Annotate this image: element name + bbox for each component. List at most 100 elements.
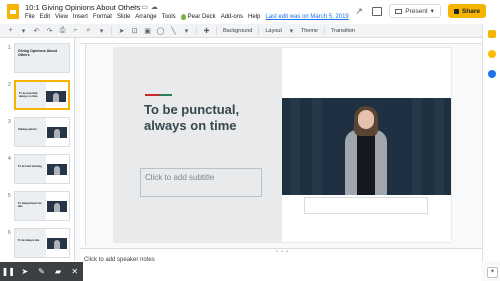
- menu-edit[interactable]: Edit: [40, 14, 50, 20]
- slide-thumbnail[interactable]: Stating opinion: [14, 117, 70, 147]
- slides-logo-icon[interactable]: [7, 4, 19, 19]
- text-box-icon[interactable]: ⊡: [131, 27, 138, 35]
- select-cursor-icon[interactable]: ➤: [118, 27, 125, 35]
- filmstrip-slide-4[interactable]: 4 To be hard working: [0, 154, 74, 186]
- accent-red: [145, 94, 159, 96]
- tasks-icon[interactable]: [488, 70, 496, 78]
- chevron-down-icon[interactable]: ▾: [20, 27, 27, 35]
- undo-icon[interactable]: ↶: [33, 27, 40, 35]
- background-button[interactable]: Background: [223, 28, 252, 34]
- slide-thumbnail-selected[interactable]: To be punctual, always on time: [14, 80, 70, 110]
- chevron-down-icon[interactable]: ▾: [183, 27, 190, 35]
- thumbnail-title: Giving Opinions About Others: [18, 49, 57, 57]
- slide-thumbnail[interactable]: To be always late: [14, 228, 70, 258]
- thumbnail-background: [15, 229, 47, 257]
- app-header: 10:1 Giving Opinions About Others ☆▭☁ Fi…: [0, 0, 500, 24]
- slide-thumbnail[interactable]: To always/never be late: [14, 191, 70, 221]
- filmstrip-slide-1[interactable]: 1 Giving Opinions About Others: [0, 43, 74, 75]
- explore-icon[interactable]: ✦: [487, 267, 498, 278]
- last-edit-link[interactable]: Last edit was on March 5, 2019: [265, 14, 348, 20]
- filmstrip-slide-2[interactable]: 2 To be punctual, always on time: [0, 80, 74, 112]
- slide-thumbnail[interactable]: Giving Opinions About Others: [14, 43, 70, 73]
- shape-icon[interactable]: ◯: [157, 27, 165, 35]
- pear-deck-label: Pear Deck: [187, 14, 216, 20]
- horizontal-ruler: [80, 38, 482, 44]
- slide-title[interactable]: To be punctual, always on time: [144, 102, 274, 133]
- speaker-notes[interactable]: • • • Click to add speaker notes: [80, 248, 482, 281]
- comments-icon[interactable]: [372, 6, 383, 16]
- image-icon[interactable]: ▣: [144, 27, 151, 35]
- pointer-icon[interactable]: ➤: [18, 262, 32, 281]
- curtain-fold: [412, 98, 422, 195]
- title-accent-line: [145, 94, 172, 96]
- thumbnail-title: To be punctual, always on time: [19, 92, 38, 98]
- menu-file[interactable]: File: [25, 14, 35, 20]
- theme-button[interactable]: Theme: [301, 28, 318, 34]
- calendar-icon[interactable]: [488, 30, 496, 38]
- chevron-down-icon[interactable]: ▾: [431, 7, 434, 15]
- cloud-status-icon[interactable]: ☁: [151, 4, 161, 11]
- menu-bar: File Edit View Insert Format Slide Arran…: [25, 14, 349, 20]
- transition-button[interactable]: Transition: [331, 28, 355, 34]
- slide-number: 5: [8, 193, 11, 199]
- slides-app: 10:1 Giving Opinions About Others ☆▭☁ Fi…: [0, 0, 500, 281]
- menu-tools[interactable]: Tools: [162, 14, 176, 20]
- print-icon[interactable]: ⎙: [59, 27, 66, 34]
- shirt: [357, 131, 375, 195]
- move-folder-icon[interactable]: ▭: [141, 4, 151, 11]
- annotation-toolbar: ❚❚ ➤ ✎ ▰ ✕: [0, 262, 83, 281]
- redo-icon[interactable]: ↷: [46, 27, 53, 35]
- share-button[interactable]: Share: [447, 4, 486, 18]
- video-thumbnail: [46, 91, 66, 102]
- menu-pear-deck[interactable]: Pear Deck: [180, 14, 216, 20]
- subtitle-placeholder-box[interactable]: Click to add subtitle: [140, 168, 262, 197]
- vertical-ruler: [80, 44, 86, 246]
- present-button[interactable]: Present ▾: [389, 4, 441, 18]
- slide-video[interactable]: [282, 98, 451, 195]
- filmstrip-slide-6[interactable]: 6 To be always late: [0, 228, 74, 260]
- star-icon[interactable]: ☆: [132, 4, 141, 11]
- toolbar: + ▾ ↶ ↷ ⎙ ⌐ ⌕ ▾ ➤ ⊡ ▣ ◯ ╲ ▾ ✚ Background…: [0, 24, 482, 38]
- slide-number: 4: [8, 156, 11, 162]
- comment-add-icon[interactable]: ✚: [203, 27, 210, 35]
- notes-resize-handle[interactable]: • • •: [276, 249, 289, 255]
- menu-format[interactable]: Format: [93, 14, 112, 20]
- menu-help[interactable]: Help: [248, 14, 260, 20]
- activity-dashboard-icon[interactable]: ↗: [355, 6, 365, 16]
- person-figure: [53, 93, 59, 102]
- filmstrip-slide-5[interactable]: 5 To always/never be late: [0, 191, 74, 223]
- line-icon[interactable]: ╲: [170, 27, 177, 35]
- paint-format-icon[interactable]: ⌐: [72, 27, 79, 34]
- person-figure: [54, 203, 60, 212]
- highlighter-icon[interactable]: ▰: [51, 262, 65, 281]
- menu-arrange[interactable]: Arrange: [135, 14, 156, 20]
- zoom-icon[interactable]: ⌕: [85, 27, 92, 34]
- menu-add-ons[interactable]: Add-ons: [221, 14, 243, 20]
- menu-insert[interactable]: Insert: [73, 14, 88, 20]
- curtain-fold: [290, 98, 300, 195]
- toolbar-divider: [196, 26, 197, 35]
- new-slide-icon[interactable]: +: [7, 27, 14, 34]
- title-icons: ☆▭☁: [132, 3, 161, 11]
- pen-icon[interactable]: ✎: [34, 262, 48, 281]
- pause-icon[interactable]: ❚❚: [1, 262, 15, 281]
- empty-text-box[interactable]: [304, 197, 428, 214]
- slide-thumbnail[interactable]: To be hard working: [14, 154, 70, 184]
- document-title[interactable]: 10:1 Giving Opinions About Others: [25, 3, 141, 12]
- close-icon[interactable]: ✕: [68, 262, 82, 281]
- menu-slide[interactable]: Slide: [117, 14, 130, 20]
- menu-view[interactable]: View: [55, 14, 68, 20]
- chevron-down-icon[interactable]: ▾: [288, 27, 295, 35]
- subtitle-placeholder: Click to add subtitle: [145, 173, 215, 182]
- person-figure: [54, 129, 60, 138]
- thumbnail-background: [15, 155, 47, 183]
- curtain-fold: [434, 98, 444, 195]
- present-icon: [395, 8, 403, 14]
- filmstrip-slide-3[interactable]: 3 Stating opinion: [0, 117, 74, 149]
- keep-icon[interactable]: [488, 50, 496, 58]
- toolbar-divider: [324, 26, 325, 35]
- chevron-down-icon[interactable]: ▾: [98, 27, 105, 35]
- layout-button[interactable]: Layout: [265, 28, 282, 34]
- slide-left-panel: [114, 48, 282, 242]
- current-slide[interactable]: To be punctual, always on time Click to …: [114, 48, 451, 242]
